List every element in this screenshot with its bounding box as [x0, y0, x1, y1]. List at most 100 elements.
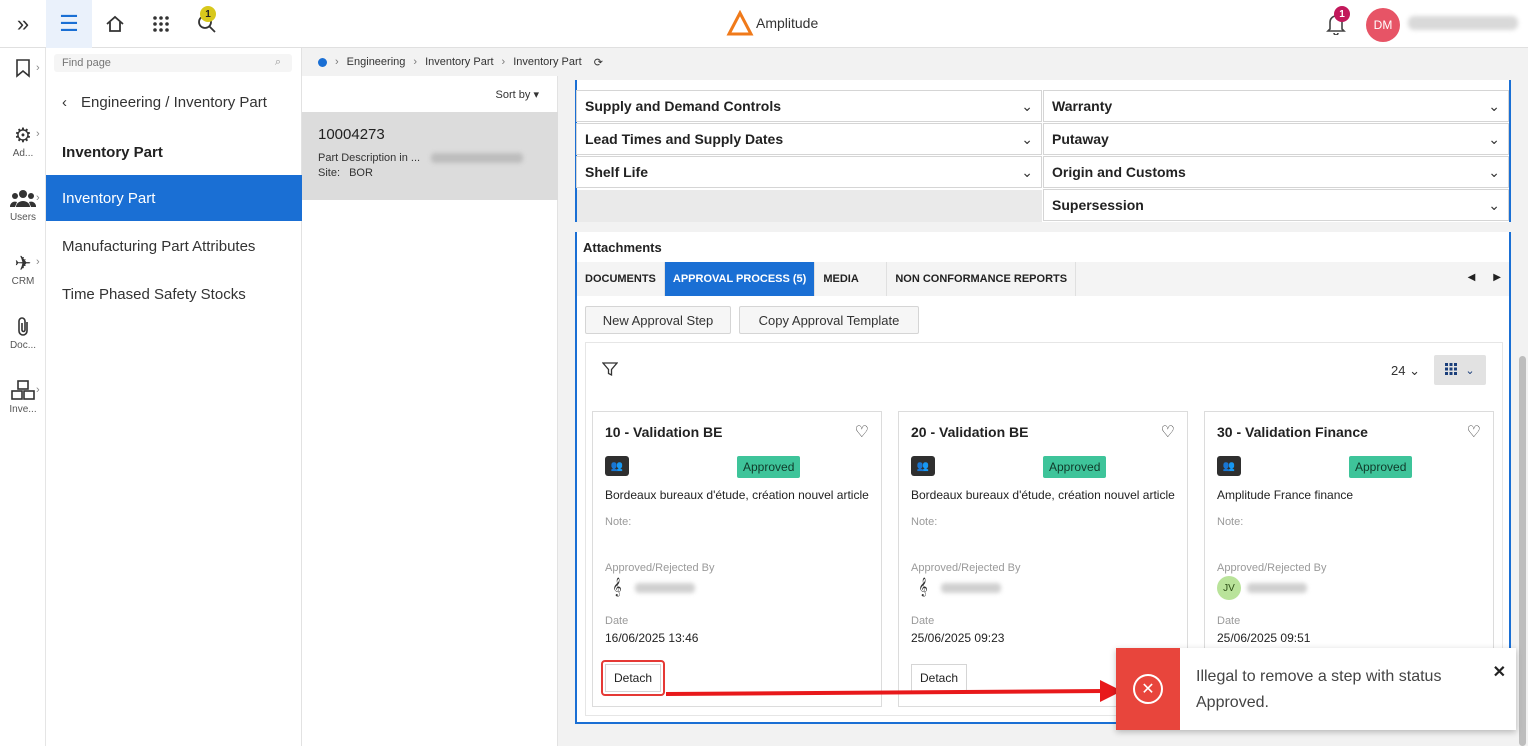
chevron-right-icon: ›	[413, 56, 418, 68]
date-label: Date	[605, 615, 629, 627]
tab-approval-process[interactable]: APPROVAL PROCESS (5)	[664, 262, 816, 296]
group-icon: 👥	[911, 456, 935, 476]
approved-by-label: Approved/Rejected By	[605, 562, 715, 574]
copy-approval-template-button[interactable]: Copy Approval Template	[739, 306, 919, 334]
nav-item-time-phased-safety-stocks[interactable]: Time Phased Safety Stocks	[46, 271, 302, 317]
refresh-icon[interactable]: ⟳	[594, 56, 603, 69]
accordion-lead-times[interactable]: Lead Times and Supply Dates ⌄	[576, 123, 1042, 155]
nav-item-inventory-part[interactable]: Inventory Part	[46, 175, 302, 221]
rail-label: Inve...	[9, 404, 37, 415]
date-label: Date	[1217, 615, 1241, 627]
heart-icon[interactable]: ♡	[855, 422, 869, 442]
nav-item-manufacturing-part-attributes[interactable]: Manufacturing Part Attributes	[46, 223, 302, 269]
record-description: Part Description in ...	[318, 151, 542, 166]
apps-grid-icon[interactable]	[138, 0, 184, 48]
card-title: 30 - Validation Finance	[1217, 424, 1368, 440]
breadcrumb-item[interactable]: Engineering	[347, 56, 406, 68]
record-site: Site: BOR	[318, 167, 373, 179]
rail-item-users[interactable]: › Users	[0, 188, 46, 223]
chevron-down-icon: ⌄	[1021, 97, 1033, 114]
user-avatar[interactable]: DM	[1366, 8, 1400, 42]
chevron-down-icon: ⌄	[1021, 130, 1033, 147]
heart-icon[interactable]: ♡	[1161, 422, 1175, 442]
nav-back-link[interactable]: ‹ Engineering / Inventory Part	[62, 94, 267, 111]
signature-avatar-icon: 𝄞	[612, 579, 622, 596]
bookmark-icon	[15, 58, 31, 82]
paperclip-icon	[15, 316, 31, 340]
accordion-supersession[interactable]: Supersession ⌄	[1043, 189, 1509, 221]
group-icon: 👥	[1217, 456, 1241, 476]
chevron-right-icon: ›	[501, 56, 506, 68]
close-icon[interactable]: ✕	[1493, 662, 1506, 682]
logo-text: Amplitude	[756, 15, 819, 31]
rail-item-documents[interactable]: Doc...	[0, 316, 46, 351]
tab-scroll-left-icon[interactable]: ◀	[1468, 272, 1476, 283]
chevron-right-icon: ›	[36, 128, 40, 140]
tab-non-conformance-reports[interactable]: NON CONFORMANCE REPORTS	[887, 262, 1077, 296]
page-size-select[interactable]: 24 ⌄	[1391, 363, 1420, 379]
filter-icon[interactable]	[601, 361, 619, 382]
search-icon: ⌕	[274, 56, 281, 68]
rail-item-inventory[interactable]: › Inve...	[0, 380, 46, 415]
record-list-panel: Sort by ▾ 10004273 Part Description in .…	[302, 48, 558, 746]
grid-view-icon	[1445, 362, 1458, 378]
approver: 𝄞	[605, 576, 695, 600]
chevron-right-icon: ›	[335, 56, 339, 68]
record-card[interactable]: 10004273 Part Description in ... Site: B…	[302, 112, 558, 200]
note-label: Note:	[1217, 516, 1244, 528]
home-icon[interactable]	[92, 0, 138, 48]
accordion-origin-customs[interactable]: Origin and Customs ⌄	[1043, 156, 1509, 188]
expand-rail-icon[interactable]: »	[0, 0, 46, 48]
gear-icon: ⚙	[14, 125, 32, 147]
rail-item-admin[interactable]: ⚙ › Ad...	[0, 124, 46, 159]
chevron-down-icon: ⌄	[1488, 130, 1500, 147]
accordion-placeholder	[577, 190, 1042, 222]
new-approval-step-button[interactable]: New Approval Step	[585, 306, 731, 334]
note-label: Note:	[911, 516, 938, 528]
view-mode-button[interactable]: ⌄	[1434, 355, 1486, 385]
chevron-right-icon: ›	[36, 62, 40, 74]
tab-media[interactable]: MEDIA	[815, 262, 888, 296]
note-label: Note:	[605, 516, 632, 528]
notification-badge: 1	[1334, 6, 1350, 22]
accordion-warranty[interactable]: Warranty ⌄	[1043, 90, 1509, 122]
date-value: 25/06/2025 09:23	[911, 631, 1005, 645]
tab-scroll-right-icon[interactable]: ▶	[1493, 272, 1501, 283]
chevron-down-icon: ⌄	[1488, 163, 1500, 180]
status-badge: Approved	[1349, 456, 1413, 478]
error-icon: ✕	[1133, 674, 1163, 704]
user-name-redacted	[1408, 16, 1518, 30]
signature-avatar-icon: 𝄞	[918, 579, 928, 596]
annotation-arrow	[665, 680, 1122, 702]
chevron-right-icon: ›	[36, 384, 40, 396]
status-badge: Approved	[1043, 456, 1107, 478]
approver-name-redacted	[941, 583, 1001, 593]
amplitude-logo-icon	[726, 10, 754, 36]
redacted-text	[431, 153, 524, 164]
accordion-putaway[interactable]: Putaway ⌄	[1043, 123, 1509, 155]
rail-item-crm[interactable]: ✈ › CRM	[0, 252, 46, 287]
top-bar: » ☰ 1 Amplitude 1 DM	[0, 0, 1528, 48]
tab-documents[interactable]: DOCUMENTS	[577, 262, 665, 296]
accordion-shelf-life[interactable]: Shelf Life ⌄	[576, 156, 1042, 188]
status-dot-icon	[318, 57, 327, 67]
app-logo[interactable]: Amplitude	[726, 10, 818, 36]
find-page-input[interactable]	[54, 54, 292, 72]
breadcrumb-item[interactable]: Inventory Part	[425, 56, 493, 68]
sort-by-label: Sort by	[495, 89, 531, 101]
heart-icon[interactable]: ♡	[1467, 422, 1481, 442]
card-title: 10 - Validation BE	[605, 424, 723, 440]
accordion-supply-demand[interactable]: Supply and Demand Controls ⌄	[576, 90, 1042, 122]
search-badge: 1	[200, 6, 216, 22]
sort-by-button[interactable]: Sort by ▾	[496, 88, 539, 101]
error-toast: ✕ Illegal to remove a step with status A…	[1116, 648, 1516, 730]
chevron-right-icon: ›	[36, 192, 40, 204]
boxes-icon	[11, 380, 35, 404]
date-value: 16/06/2025 13:46	[605, 631, 699, 645]
rail-item-bookmarks[interactable]: ›	[0, 58, 46, 82]
scrollbar[interactable]	[1519, 356, 1526, 746]
card-description: Amplitude France finance	[1217, 488, 1354, 502]
menu-icon[interactable]: ☰	[46, 0, 92, 48]
approver-name-redacted	[1247, 583, 1307, 593]
group-icon: 👥	[605, 456, 629, 476]
